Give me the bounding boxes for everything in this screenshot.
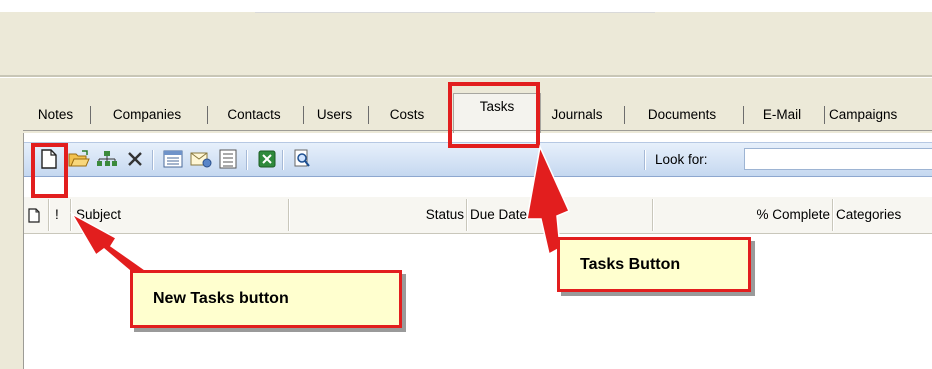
new-tasks-button-callout: New Tasks button [130, 270, 402, 328]
tasks-button-callout: Tasks Button [557, 237, 751, 292]
new-tasks-button-callout-text: New Tasks button [153, 290, 289, 307]
tasks-button-callout-text: Tasks Button [580, 256, 681, 273]
